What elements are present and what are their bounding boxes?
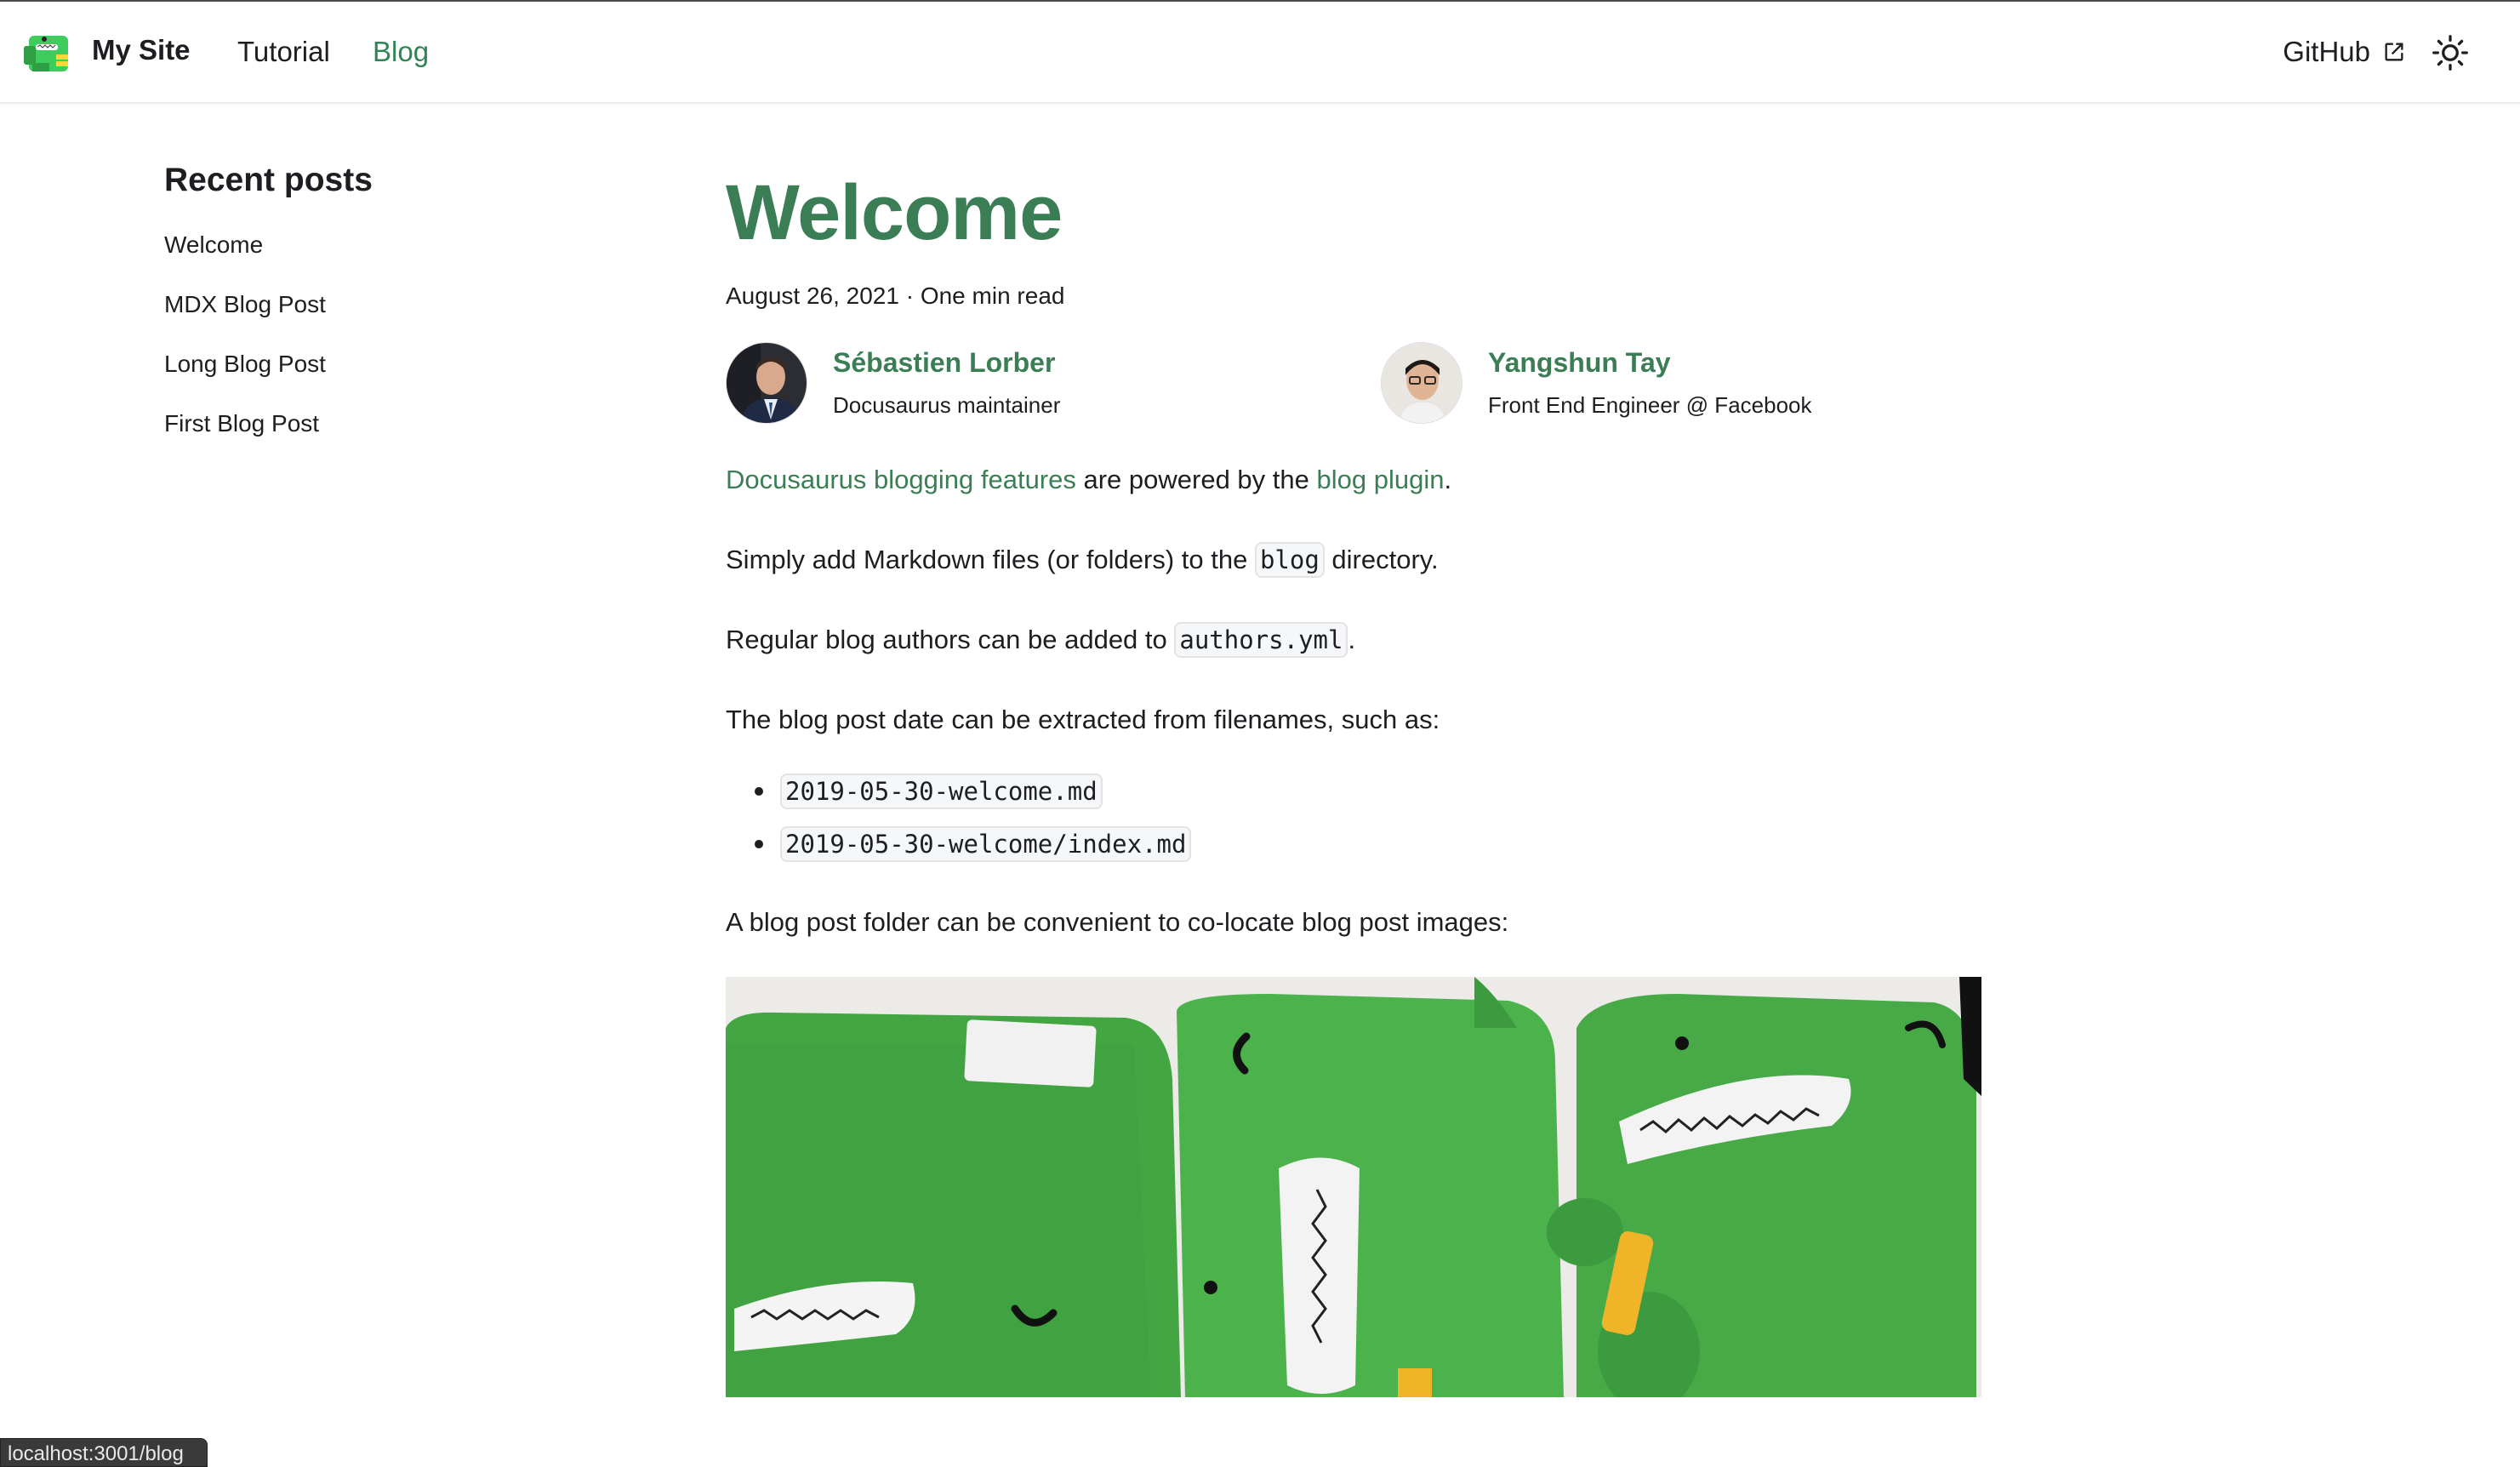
list-item: 2019-05-30-welcome.md (755, 773, 1983, 810)
bullet (755, 787, 763, 796)
nav-link-github[interactable]: GitHub (2283, 36, 2406, 68)
bullet (755, 840, 763, 848)
docusaurus-blogging-features-link[interactable]: Docusaurus blogging features (726, 465, 1076, 494)
post-authors: Sébastien Lorber Docusaurus maintainer Y… (726, 342, 1983, 425)
theme-toggle-button[interactable] (2430, 32, 2471, 73)
paragraph-text: are powered by the (1075, 465, 1317, 494)
inline-code: 2019-05-30-welcome.md (780, 773, 1103, 809)
post-paragraph: Simply add Markdown files (or folders) t… (726, 541, 1983, 579)
list-item: 2019-05-30-welcome/index.md (755, 825, 1983, 863)
blog-sidebar: Recent posts Welcome MDX Blog Post Long … (164, 162, 607, 471)
paragraph-text: . (1348, 625, 1356, 654)
nav-link-tutorial[interactable]: Tutorial (237, 36, 330, 68)
author-role: Front End Engineer @ Facebook (1488, 392, 1812, 418)
sidebar-item-first-blog-post[interactable]: First Blog Post (164, 412, 607, 436)
filename-list: 2019-05-30-welcome.md 2019-05-30-welcome… (755, 773, 1983, 863)
author-photo-icon (1382, 343, 1462, 423)
sidebar-title: Recent posts (164, 162, 373, 198)
inline-code: 2019-05-30-welcome/index.md (780, 826, 1192, 862)
sidebar-item-long-blog-post[interactable]: Long Blog Post (164, 352, 607, 376)
author-name[interactable]: Yangshun Tay (1488, 347, 1812, 379)
author-card: Sébastien Lorber Docusaurus maintainer (726, 342, 1060, 424)
inline-code: blog (1254, 542, 1325, 578)
post-paragraph: The blog post date can be extracted from… (726, 705, 1440, 734)
avatar[interactable] (1381, 342, 1462, 424)
sidebar-item-mdx-blog-post[interactable]: MDX Blog Post (164, 293, 607, 317)
blog-post: Welcome August 26, 2021 · One min read S… (726, 162, 1983, 1397)
post-title: Welcome (726, 169, 1063, 256)
author-role: Docusaurus maintainer (833, 392, 1061, 418)
author-info: Sébastien Lorber Docusaurus maintainer (833, 347, 1060, 419)
post-paragraph: Regular blog authors can be added to aut… (726, 621, 1983, 659)
post-paragraph: A blog post folder can be convenient to … (726, 907, 1509, 937)
recent-posts-list: Welcome MDX Blog Post Long Blog Post Fir… (164, 233, 607, 436)
post-paragraph: Docusaurus blogging features are powered… (726, 461, 1983, 499)
sidebar-item-welcome[interactable]: Welcome (164, 233, 607, 257)
browser-status-url: localhost:3001/blog (0, 1438, 208, 1467)
inline-code: authors.yml (1174, 622, 1348, 658)
paragraph-text: directory. (1324, 545, 1439, 574)
paragraph-text: . (1444, 465, 1452, 494)
paragraph-text: Regular blog authors can be added to (726, 625, 1175, 654)
author-info: Yangshun Tay Front End Engineer @ Facebo… (1488, 347, 1812, 419)
navbar: My Site Tutorial Blog GitHub (0, 2, 2520, 104)
post-meta: August 26, 2021 · One min read (726, 283, 1065, 309)
paragraph-text: Simply add Markdown files (or folders) t… (726, 545, 1255, 574)
docusaurus-logo-icon[interactable] (24, 29, 77, 75)
github-link-label: GitHub (2283, 36, 2370, 67)
nav-link-blog[interactable]: Blog (373, 36, 429, 68)
author-card: Yangshun Tay Front End Engineer @ Facebo… (1381, 342, 1812, 424)
dinosaur-plush-image (726, 977, 1981, 1397)
external-link-icon (2385, 43, 2403, 61)
blog-plugin-link[interactable]: blog plugin (1317, 465, 1445, 494)
post-image (726, 977, 1981, 1397)
author-name[interactable]: Sébastien Lorber (833, 347, 1060, 379)
sun-icon (2432, 35, 2468, 71)
site-brand-title[interactable]: My Site (92, 34, 191, 66)
author-photo-icon (727, 343, 807, 423)
avatar[interactable] (726, 342, 807, 424)
